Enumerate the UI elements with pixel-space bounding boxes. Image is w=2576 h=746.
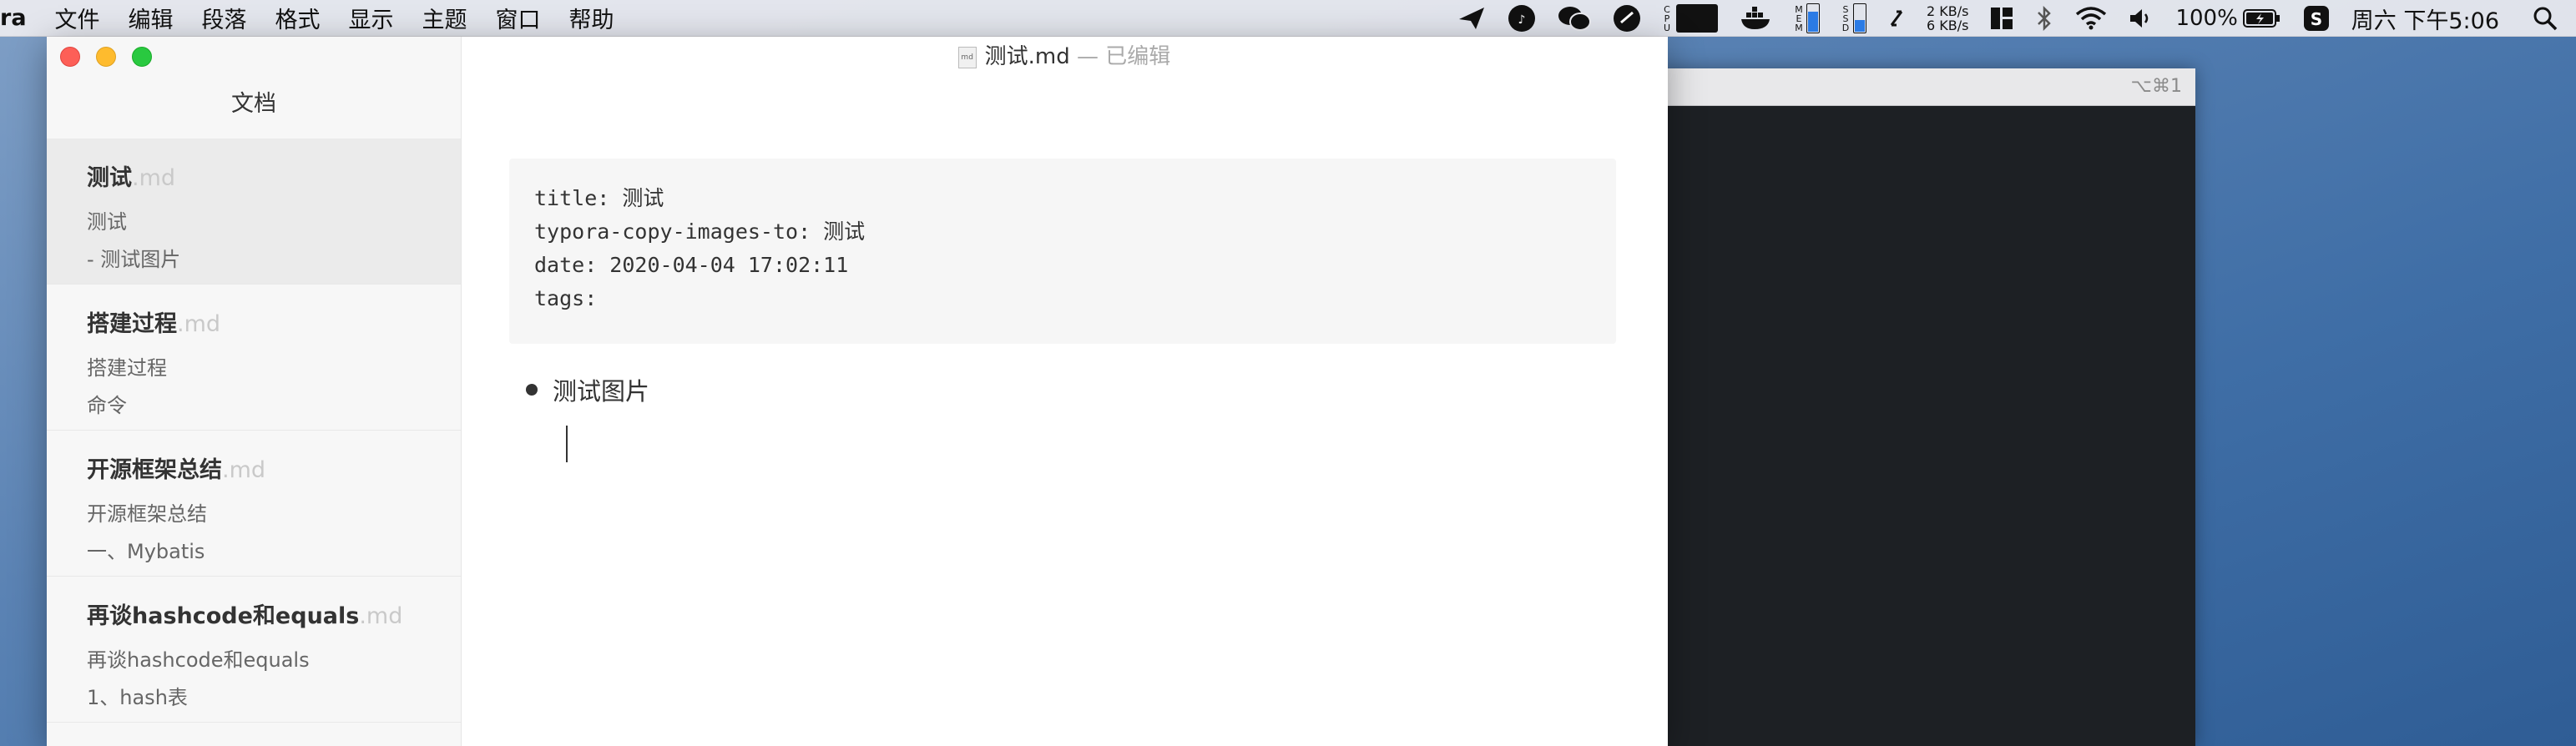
background-terminal-window[interactable]: ⌥⌘1: [1661, 68, 2195, 746]
menu-help[interactable]: 帮助: [569, 2, 614, 34]
menu-edit[interactable]: 编辑: [129, 2, 174, 34]
network-speed: 2 KB/s 6 KB/s: [1927, 4, 1968, 33]
sidebar-title: 文档: [231, 91, 276, 117]
clock[interactable]: 周六 下午5:06: [2351, 3, 2499, 35]
file-preview-line2: 命令: [87, 394, 127, 417]
list-item-text: 测试图片: [553, 377, 650, 406]
app-icon[interactable]: [1613, 4, 1641, 33]
typora-window: 文档 测试.md 测试 - 测试图片 搭建过程.md 搭建过程 命令 开源框架总…: [47, 37, 1668, 746]
cpu-graph-icon: CPU: [1663, 4, 1718, 33]
svg-text:♪: ♪: [1518, 13, 1526, 27]
document-icon: md: [957, 46, 977, 68]
status-area: ♪ CPU MEM SSD 2 KB/s 6 KB/s 100% S 周六 下午…: [1436, 0, 2576, 37]
file-list: 测试.md 测试 - 测试图片 搭建过程.md 搭建过程 命令 开源框架总结.m…: [47, 139, 461, 723]
file-item-hashcode[interactable]: 再谈hashcode和equals.md 再谈hashcode和equals 1…: [47, 577, 461, 723]
volume-icon[interactable]: [2129, 8, 2154, 29]
terminal-shortcut: ⌥⌘1: [2130, 76, 2182, 97]
menu-window[interactable]: 窗口: [496, 2, 541, 34]
file-ext: .md: [222, 457, 266, 483]
docker-icon[interactable]: [1740, 6, 1773, 31]
battery-percent: 100%: [2175, 6, 2238, 31]
mem-bar: [1806, 3, 1820, 33]
file-item-test[interactable]: 测试.md 测试 - 测试图片: [47, 139, 461, 285]
text-caret: [566, 426, 568, 462]
s-app-icon[interactable]: S: [2303, 5, 2330, 32]
cpu-label: CPU: [1663, 3, 1670, 33]
netease-icon[interactable]: ♪: [1508, 4, 1536, 33]
net-up-value: 2 KB/s: [1926, 3, 1969, 19]
file-preview-line1: 搭建过程: [87, 356, 167, 380]
bluetooth-icon[interactable]: [2035, 6, 2053, 31]
window-filename: 测试.md: [984, 44, 1070, 69]
ssd-label: SSD: [1841, 3, 1850, 33]
menu-format[interactable]: 格式: [275, 2, 321, 34]
window-title: md 测试.md — 已编辑: [461, 37, 1668, 78]
menu-view[interactable]: 显示: [349, 2, 394, 34]
list-item[interactable]: 测试图片: [526, 372, 649, 407]
file-item-frameworks[interactable]: 开源框架总结.md 开源框架总结 一、Mybatis: [47, 431, 461, 577]
front-matter-line: typora-copy-images-to: 测试: [534, 219, 866, 244]
yaml-front-matter[interactable]: title: 测试 typora-copy-images-to: 测试 date…: [509, 159, 1616, 344]
file-name: 搭建过程: [87, 311, 177, 337]
file-ext: .md: [132, 165, 176, 191]
file-preview-line2: - 测试图片: [87, 248, 181, 271]
wifi-icon[interactable]: [2075, 7, 2107, 30]
mem-label: MEM: [1795, 3, 1803, 33]
menu-theme[interactable]: 主题: [422, 2, 467, 34]
refresh-icon[interactable]: [1888, 7, 1905, 30]
front-matter-line: date: 2020-04-04 17:02:11: [534, 253, 849, 277]
front-matter-line: tags:: [534, 286, 598, 310]
cpu-graph: [1675, 4, 1718, 33]
ssd-bar-icon: SSD: [1841, 3, 1866, 33]
window-controls: [60, 47, 168, 67]
layout-icon[interactable]: [1990, 7, 2013, 30]
file-ext: .md: [359, 603, 403, 629]
zoom-button[interactable]: [132, 47, 152, 67]
search-icon[interactable]: [2533, 6, 2558, 31]
file-name: 开源框架总结: [87, 457, 222, 483]
file-name: 测试: [87, 165, 132, 191]
file-preview-line2: 1、hash表: [87, 686, 188, 709]
file-name: 再谈hashcode和equals: [87, 603, 360, 629]
mem-bar-icon: MEM: [1795, 3, 1820, 33]
app-menu[interactable]: ra: [0, 5, 27, 31]
file-sidebar: 文档 测试.md 测试 - 测试图片 搭建过程.md 搭建过程 命令 开源框架总…: [47, 37, 462, 746]
file-preview-line1: 开源框架总结: [87, 502, 207, 526]
ssd-bar: [1852, 3, 1866, 33]
bullet-icon: [526, 384, 538, 396]
file-preview-line1: 测试: [87, 210, 127, 234]
file-item-setup[interactable]: 搭建过程.md 搭建过程 命令: [47, 285, 461, 431]
terminal-titlebar: ⌥⌘1: [1661, 68, 2195, 106]
file-preview-line2: 一、Mybatis: [87, 540, 205, 563]
front-matter-line: title: 测试: [534, 186, 664, 210]
battery-icon: 100%: [2175, 6, 2281, 31]
file-ext: .md: [177, 311, 221, 337]
close-button[interactable]: [60, 47, 80, 67]
menu-paragraph[interactable]: 段落: [202, 2, 247, 34]
menu-bar: ra 文件 编辑 段落 格式 显示 主题 窗口 帮助 ♪ CPU MEM SSD…: [0, 0, 2576, 37]
editor-area[interactable]: title: 测试 typora-copy-images-to: 测试 date…: [461, 78, 1668, 746]
net-down-value: 6 KB/s: [1926, 18, 1969, 33]
svg-text:S: S: [2311, 9, 2322, 29]
file-preview-line1: 再谈hashcode和equals: [87, 648, 310, 672]
paper-plane-icon[interactable]: [1457, 6, 1486, 31]
minimize-button[interactable]: [96, 47, 116, 67]
edited-status: — 已编辑: [1077, 44, 1171, 69]
wechat-icon[interactable]: [1558, 5, 1591, 32]
menu-file[interactable]: 文件: [55, 2, 100, 34]
